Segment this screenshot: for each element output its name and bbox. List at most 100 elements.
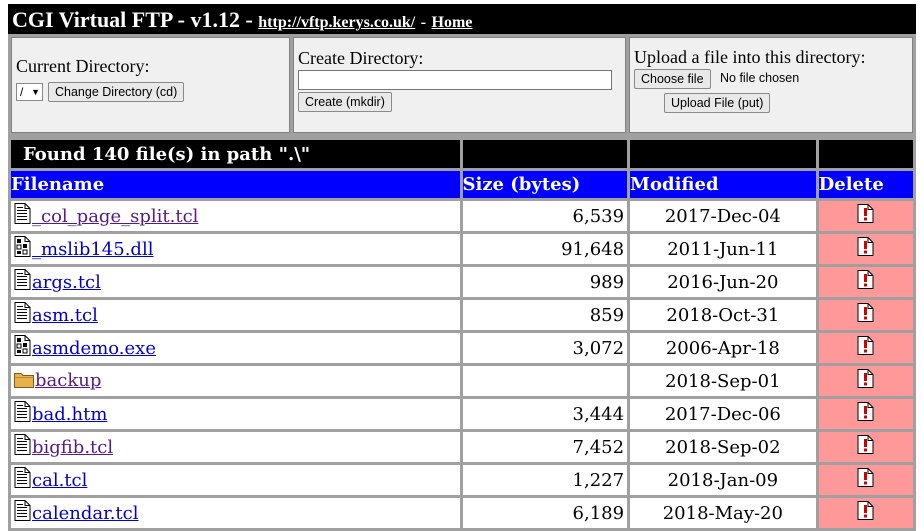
delete-cell <box>818 399 913 429</box>
file-modified: 2018-Jan-09 <box>630 465 816 495</box>
text-file-icon <box>14 203 31 229</box>
file-link[interactable]: bigfib.tcl <box>32 437 113 458</box>
file-row: asm.tcl 859 2018-Oct-31 <box>11 300 913 330</box>
delete-cell <box>818 201 913 231</box>
delete-cell <box>818 465 913 495</box>
found-row-blank <box>462 140 628 168</box>
text-file-icon <box>14 467 31 493</box>
delete-icon[interactable] <box>857 402 874 426</box>
file-modified: 2018-Sep-02 <box>630 432 816 462</box>
modified-column-header: Modified <box>630 171 816 198</box>
found-files-text: Found 140 file(s) in path ".\" <box>11 140 460 168</box>
filename-cell: bigfib.tcl <box>11 432 460 462</box>
binary-file-icon <box>14 335 31 361</box>
filename-cell: args.tcl <box>11 267 460 297</box>
filename-cell: asmdemo.exe <box>11 333 460 363</box>
file-listing-table: Found 140 file(s) in path ".\" Filename … <box>8 137 916 531</box>
change-directory-button[interactable]: Change Directory (cd) <box>48 82 185 102</box>
delete-icon[interactable] <box>857 237 874 261</box>
file-link[interactable]: calendar.tcl <box>32 503 139 524</box>
site-url-link[interactable]: http://vftp.kerys.co.uk/ <box>258 14 415 31</box>
file-link[interactable]: backup <box>35 370 101 391</box>
found-row-blank <box>630 140 816 168</box>
filename-cell: _mslib145.dll <box>11 234 460 264</box>
app-header: CGI Virtual FTP - v1.12 - http://vftp.ke… <box>8 4 916 34</box>
delete-column-header: Delete <box>818 171 913 198</box>
filename-cell: bad.htm <box>11 399 460 429</box>
file-size: 989 <box>462 267 628 297</box>
delete-icon[interactable] <box>857 468 874 492</box>
app-title-text: CGI Virtual FTP - v1.12 - <box>12 7 253 32</box>
text-file-icon <box>14 500 31 526</box>
delete-cell <box>818 498 913 528</box>
create-mkdir-button[interactable]: Create (mkdir) <box>298 92 392 112</box>
file-row: _col_page_split.tcl 6,539 2017-Dec-04 <box>11 201 913 231</box>
file-row: _mslib145.dll 91,648 2011-Jun-11 <box>11 234 913 264</box>
filename-cell: calendar.tcl <box>11 498 460 528</box>
file-link[interactable]: cal.tcl <box>32 470 87 491</box>
file-row: asmdemo.exe 3,072 2006-Apr-18 <box>11 333 913 363</box>
filename-cell: backup <box>11 366 460 396</box>
file-size: 3,072 <box>462 333 628 363</box>
home-link[interactable]: Home <box>432 14 473 31</box>
found-summary-row: Found 140 file(s) in path ".\" <box>11 140 913 168</box>
upload-panel: Upload a file into this directory: Choos… <box>629 37 913 133</box>
folder-icon <box>14 370 34 393</box>
create-directory-panel: Create Directory: Create (mkdir) <box>293 37 626 133</box>
delete-icon[interactable] <box>857 303 874 327</box>
column-header-row: Filename Size (bytes) Modified Delete <box>11 171 913 198</box>
file-link[interactable]: _col_page_split.tcl <box>32 206 198 227</box>
delete-icon[interactable] <box>857 369 874 393</box>
found-row-blank <box>818 140 913 168</box>
create-directory-label: Create Directory: <box>298 48 424 68</box>
delete-icon[interactable] <box>857 270 874 294</box>
upload-label: Upload a file into this directory: <box>634 47 866 67</box>
delete-cell <box>818 300 913 330</box>
text-file-icon <box>14 434 31 460</box>
app-title: CGI Virtual FTP - v1.12 - http://vftp.ke… <box>12 7 472 33</box>
file-modified: 2006-Apr-18 <box>630 333 816 363</box>
file-size: 6,539 <box>462 201 628 231</box>
header-separator: - <box>420 14 427 31</box>
delete-cell <box>818 234 913 264</box>
file-row: bigfib.tcl 7,452 2018-Sep-02 <box>11 432 913 462</box>
file-link[interactable]: asmdemo.exe <box>32 338 156 359</box>
binary-file-icon <box>14 236 31 262</box>
file-size <box>462 366 628 396</box>
file-link[interactable]: args.tcl <box>32 272 101 293</box>
file-modified: 2017-Dec-04 <box>630 201 816 231</box>
file-link[interactable]: _mslib145.dll <box>32 239 153 260</box>
filename-cell: asm.tcl <box>11 300 460 330</box>
current-directory-label: Current Directory: <box>16 56 150 76</box>
file-size: 6,189 <box>462 498 628 528</box>
file-modified: 2016-Jun-20 <box>630 267 816 297</box>
filename-cell: _col_page_split.tcl <box>11 201 460 231</box>
directory-select-value: / <box>20 85 24 99</box>
delete-icon[interactable] <box>857 435 874 459</box>
file-rows: _col_page_split.tcl 6,539 2017-Dec-04 _m… <box>11 201 913 528</box>
delete-cell <box>818 267 913 297</box>
file-link[interactable]: bad.htm <box>32 404 107 425</box>
choose-file-button[interactable]: Choose file <box>634 69 711 89</box>
delete-icon[interactable] <box>857 501 874 525</box>
delete-cell <box>818 333 913 363</box>
filename-cell: cal.tcl <box>11 465 460 495</box>
file-size: 91,648 <box>462 234 628 264</box>
create-directory-input[interactable] <box>298 70 612 90</box>
file-modified: 2018-Sep-01 <box>630 366 816 396</box>
delete-cell <box>818 366 913 396</box>
file-size: 7,452 <box>462 432 628 462</box>
text-file-icon <box>14 302 31 328</box>
directory-select[interactable]: / ▼ <box>16 83 43 101</box>
filename-column-header: Filename <box>11 171 460 198</box>
size-column-header: Size (bytes) <box>462 171 628 198</box>
file-modified: 2017-Dec-06 <box>630 399 816 429</box>
text-file-icon <box>14 269 31 295</box>
upload-file-button[interactable]: Upload File (put) <box>664 93 771 113</box>
file-row: cal.tcl 1,227 2018-Jan-09 <box>11 465 913 495</box>
delete-icon[interactable] <box>857 204 874 228</box>
delete-icon[interactable] <box>857 336 874 360</box>
file-link[interactable]: asm.tcl <box>32 305 98 326</box>
file-modified: 2018-Oct-31 <box>630 300 816 330</box>
command-panels: Current Directory: / ▼ Change Directory … <box>8 34 916 137</box>
